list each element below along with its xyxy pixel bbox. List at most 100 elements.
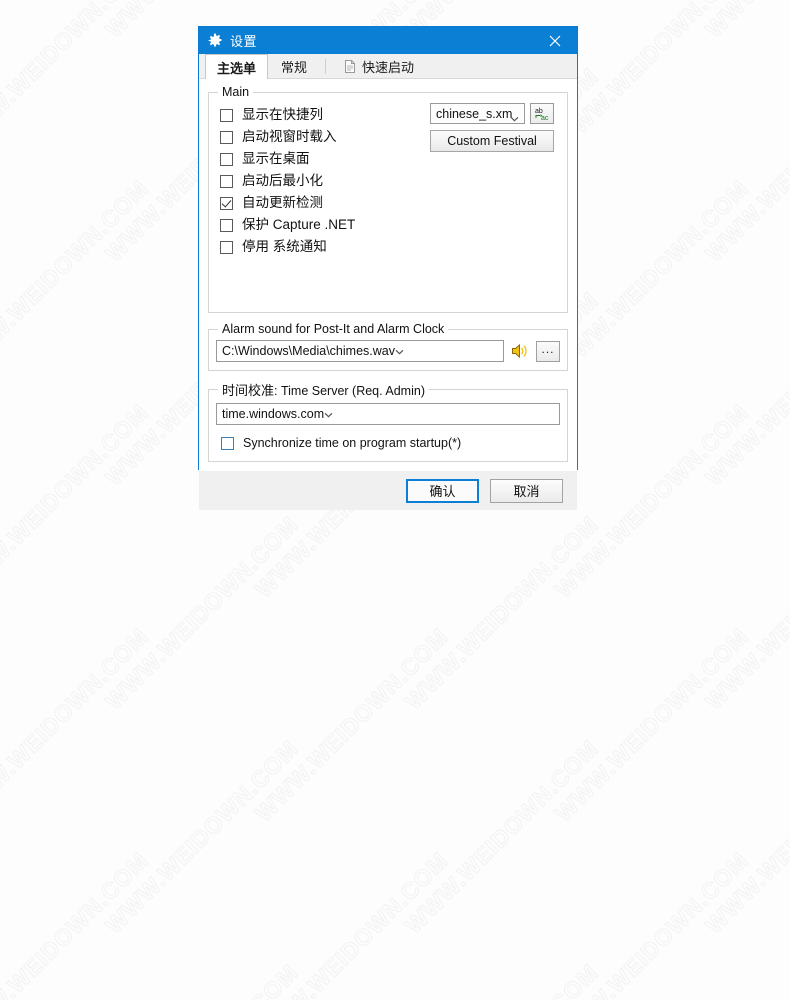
time-server-legend: 时间校准: Time Server (Req. Admin) [218, 380, 429, 399]
checkbox-label-show-on-desktop: 显示在桌面 [242, 151, 310, 167]
watermark-text: WWW.WEIDOWN.COM [0, 0, 4, 43]
gear-icon [207, 33, 223, 49]
alarm-sound-legend: Alarm sound for Post-It and Alarm Clock [222, 322, 445, 336]
watermark-text: WWW.WEIDOWN.COM [0, 735, 4, 939]
checkbox-auto-update-check[interactable] [220, 196, 233, 210]
watermark-text: WWW.WEIDOWN.COM [699, 735, 790, 939]
checkbox-label-sync-on-startup: Synchronize time on program startup(*) [243, 435, 462, 450]
watermark-text: WWW.WEIDOWN.COM [0, 63, 4, 267]
time-server-group: 时间校准: Time Server (Req. Admin) time.wind… [208, 380, 568, 462]
translate-abc-icon[interactable]: ab ac [530, 103, 554, 124]
watermark-text: WWW.WEIDOWN.COM [0, 511, 4, 715]
custom-festival-label: Custom Festival [447, 134, 537, 148]
watermark-text: WWW.WEIDOWN.COM [699, 511, 790, 715]
watermark-text: WWW.WEIDOWN.COM [699, 63, 790, 267]
main-right-column: chinese_s.xm ab ac Custom Festival [430, 103, 560, 152]
watermark-text: WWW.WEIDOWN.COM [249, 847, 454, 1000]
watermark-text: WWW.WEIDOWN.COM [549, 0, 754, 155]
time-server-legend-cn: 时间校准 [222, 383, 275, 398]
checkbox-label-show-in-taskbar: 显示在快捷列 [242, 107, 323, 123]
checkbox-sync-on-startup[interactable] [221, 436, 234, 450]
checkbox-row-auto-update-check[interactable]: 自动更新检测 [216, 192, 560, 214]
alarm-sound-path-value: C:\Windows\Media\chimes.wav [222, 344, 395, 358]
cancel-button-label: 取消 [513, 484, 540, 499]
document-icon [343, 59, 357, 74]
watermark-text: WWW.WEIDOWN.COM [0, 175, 154, 379]
watermark-text: WWW.WEIDOWN.COM [0, 287, 4, 491]
checkbox-show-in-taskbar[interactable] [220, 108, 233, 122]
watermark-text: WWW.WEIDOWN.COM [249, 623, 454, 827]
watermark-text: WWW.WEIDOWN.COM [699, 287, 790, 491]
browse-alarm-sound-label: ... [541, 341, 555, 356]
chevron-down-icon[interactable] [324, 407, 333, 421]
title-bar: 设置 [199, 27, 577, 54]
checkbox-load-on-startup[interactable] [220, 130, 233, 144]
checkbox-show-on-desktop[interactable] [220, 152, 233, 166]
watermark-text: WWW.WEIDOWN.COM [99, 959, 304, 1000]
watermark-text: WWW.WEIDOWN.COM [399, 511, 604, 715]
dialog-body: 主选单 常规 快速启动 Main 显示在快捷列 启动视窗时载入 显示在桌面 启动… [199, 54, 577, 471]
checkbox-row-minimize-after-start[interactable]: 启动后最小化 [216, 170, 560, 192]
checkbox-label-protect-capture-net: 保护 Capture .NET [242, 217, 356, 233]
main-group-legend: Main [222, 85, 250, 99]
ok-button[interactable]: 确认 [406, 478, 479, 503]
tab-separator [325, 59, 327, 74]
time-server-input[interactable]: time.windows.com [216, 403, 560, 425]
tab-general-label: 常规 [281, 60, 308, 75]
checkbox-disable-system-notify[interactable] [220, 240, 233, 254]
window-title: 设置 [230, 34, 258, 49]
tab-main-menu[interactable]: 主选单 [205, 54, 269, 79]
tab-strip: 主选单 常规 快速启动 [199, 54, 577, 79]
alarm-sound-path-input[interactable]: C:\Windows\Media\chimes.wav [216, 340, 504, 362]
checkbox-label-minimize-after-start: 启动后最小化 [242, 173, 323, 189]
custom-festival-button[interactable]: Custom Festival [430, 130, 554, 152]
language-row: chinese_s.xm ab ac [430, 103, 560, 124]
browse-alarm-sound-button[interactable]: ... [536, 340, 560, 362]
watermark-text: WWW.WEIDOWN.COM [549, 623, 754, 827]
watermark-text: WWW.WEIDOWN.COM [699, 959, 790, 1000]
checkbox-label-load-on-startup: 启动视窗时载入 [242, 129, 337, 145]
tab-main-menu-label: 主选单 [217, 60, 257, 76]
main-group: Main 显示在快捷列 启动视窗时载入 显示在桌面 启动后最小化 自动更新检测 … [208, 85, 568, 313]
chevron-down-icon[interactable] [395, 344, 404, 358]
watermark-text: WWW.WEIDOWN.COM [399, 735, 604, 939]
tab-quick-launch[interactable]: 快速启动 [331, 54, 426, 78]
svg-text:ac: ac [541, 115, 549, 121]
checkbox-minimize-after-start[interactable] [220, 174, 233, 188]
ok-button-label: 确认 [429, 484, 456, 499]
language-combo-value: chinese_s.xm [436, 106, 513, 121]
checkbox-protect-capture-net[interactable] [220, 218, 233, 232]
alarm-sound-group: Alarm sound for Post-It and Alarm Clock … [208, 322, 568, 371]
watermark-text: WWW.WEIDOWN.COM [549, 399, 754, 603]
tab-quick-launch-label: 快速启动 [362, 60, 415, 75]
chevron-down-icon [510, 111, 519, 122]
alarm-sound-row: C:\Windows\Media\chimes.wav ... [216, 340, 560, 362]
settings-dialog: 设置 主选单 常规 快速启动 Main 显示在快捷列 启动视窗时载入 显示在桌面… [198, 26, 578, 510]
cancel-button[interactable]: 取消 [490, 478, 563, 503]
checkbox-row-sync-on-startup[interactable]: Synchronize time on program startup(*) [216, 432, 560, 454]
settings-panel: Main 显示在快捷列 启动视窗时载入 显示在桌面 启动后最小化 自动更新检测 … [199, 79, 577, 471]
dialog-footer: 确认 取消 [199, 471, 577, 510]
watermark-text: WWW.WEIDOWN.COM [99, 735, 304, 939]
time-server-value: time.windows.com [222, 407, 325, 421]
speaker-icon[interactable] [510, 342, 530, 360]
watermark-text: WWW.WEIDOWN.COM [399, 959, 604, 1000]
watermark-text: WWW.WEIDOWN.COM [0, 399, 154, 603]
checkbox-label-disable-system-notify: 停用 系统通知 [242, 239, 327, 255]
watermark-text: WWW.WEIDOWN.COM [99, 511, 304, 715]
close-icon[interactable] [533, 27, 577, 54]
watermark-text: WWW.WEIDOWN.COM [0, 847, 154, 1000]
watermark-text: WWW.WEIDOWN.COM [699, 0, 790, 43]
watermark-text: WWW.WEIDOWN.COM [549, 847, 754, 1000]
checkbox-label-auto-update-check: 自动更新检测 [242, 195, 323, 211]
watermark-text: WWW.WEIDOWN.COM [0, 959, 4, 1000]
tab-general[interactable]: 常规 [269, 54, 319, 78]
language-combo[interactable]: chinese_s.xm [430, 103, 525, 124]
time-server-legend-en: : Time Server (Req. Admin) [274, 384, 425, 398]
watermark-text: WWW.WEIDOWN.COM [549, 175, 754, 379]
checkbox-row-protect-capture-net[interactable]: 保护 Capture .NET [216, 214, 560, 236]
checkbox-row-disable-system-notify[interactable]: 停用 系统通知 [216, 236, 560, 258]
watermark-text: WWW.WEIDOWN.COM [0, 623, 154, 827]
watermark-text: WWW.WEIDOWN.COM [0, 0, 154, 155]
svg-text:ab: ab [535, 108, 543, 115]
